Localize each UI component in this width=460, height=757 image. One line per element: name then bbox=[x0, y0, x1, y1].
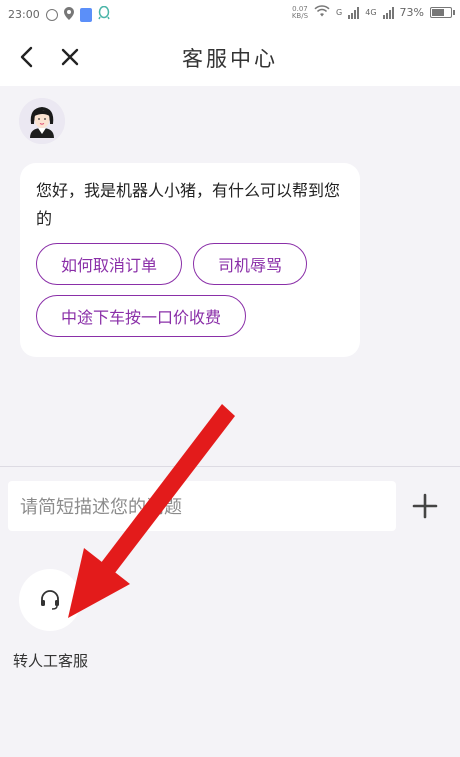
more-button[interactable] bbox=[410, 491, 440, 521]
status-time: 23:00 bbox=[8, 8, 40, 21]
network-speed: 0.07 KB/S bbox=[291, 4, 309, 20]
header: 客服中心 bbox=[0, 28, 460, 86]
qq-icon bbox=[98, 5, 110, 23]
headset-icon bbox=[41, 590, 59, 610]
agent-avatar-icon bbox=[19, 98, 65, 144]
wifi-icon bbox=[314, 5, 330, 20]
human-service-label: 转人工客服 bbox=[13, 652, 89, 670]
message-input[interactable]: 请简短描述您的问题 bbox=[8, 481, 396, 531]
bot-message-bubble: 您好，我是机器人小猪，有什么可以帮到您的 如何取消订单 司机辱骂 中途下车按一口… bbox=[20, 163, 360, 357]
human-service-button[interactable] bbox=[19, 569, 81, 631]
plus-icon bbox=[412, 493, 438, 519]
sim2-label: 4G bbox=[365, 8, 377, 17]
service-panel: 转人工客服 bbox=[0, 547, 460, 757]
bot-greeting-text: 您好，我是机器人小猪，有什么可以帮到您的 bbox=[36, 181, 341, 228]
sim1-label: G bbox=[336, 8, 343, 17]
battery-icon bbox=[430, 7, 455, 18]
location-icon bbox=[63, 6, 74, 23]
quick-reply-midway-fee[interactable]: 中途下车按一口价收费 bbox=[36, 295, 247, 337]
alarm-icon bbox=[45, 8, 58, 21]
page-title: 客服中心 bbox=[182, 47, 278, 71]
battery-percent: 73% bbox=[399, 6, 424, 19]
signal-icon-2 bbox=[382, 6, 394, 19]
input-bar: 请简短描述您的问题 bbox=[0, 466, 460, 548]
shield-app-icon bbox=[79, 7, 92, 22]
quick-reply-cancel-order[interactable]: 如何取消订单 bbox=[36, 243, 183, 285]
bot-avatar bbox=[19, 98, 65, 144]
status-bar: 23:00 0.07 KB/S G 4G 73% bbox=[0, 0, 460, 28]
quick-reply-driver-abuse[interactable]: 司机辱骂 bbox=[193, 243, 308, 285]
chat-area: 您好，我是机器人小猪，有什么可以帮到您的 如何取消订单 司机辱骂 中途下车按一口… bbox=[0, 86, 460, 466]
signal-icon bbox=[348, 6, 360, 19]
